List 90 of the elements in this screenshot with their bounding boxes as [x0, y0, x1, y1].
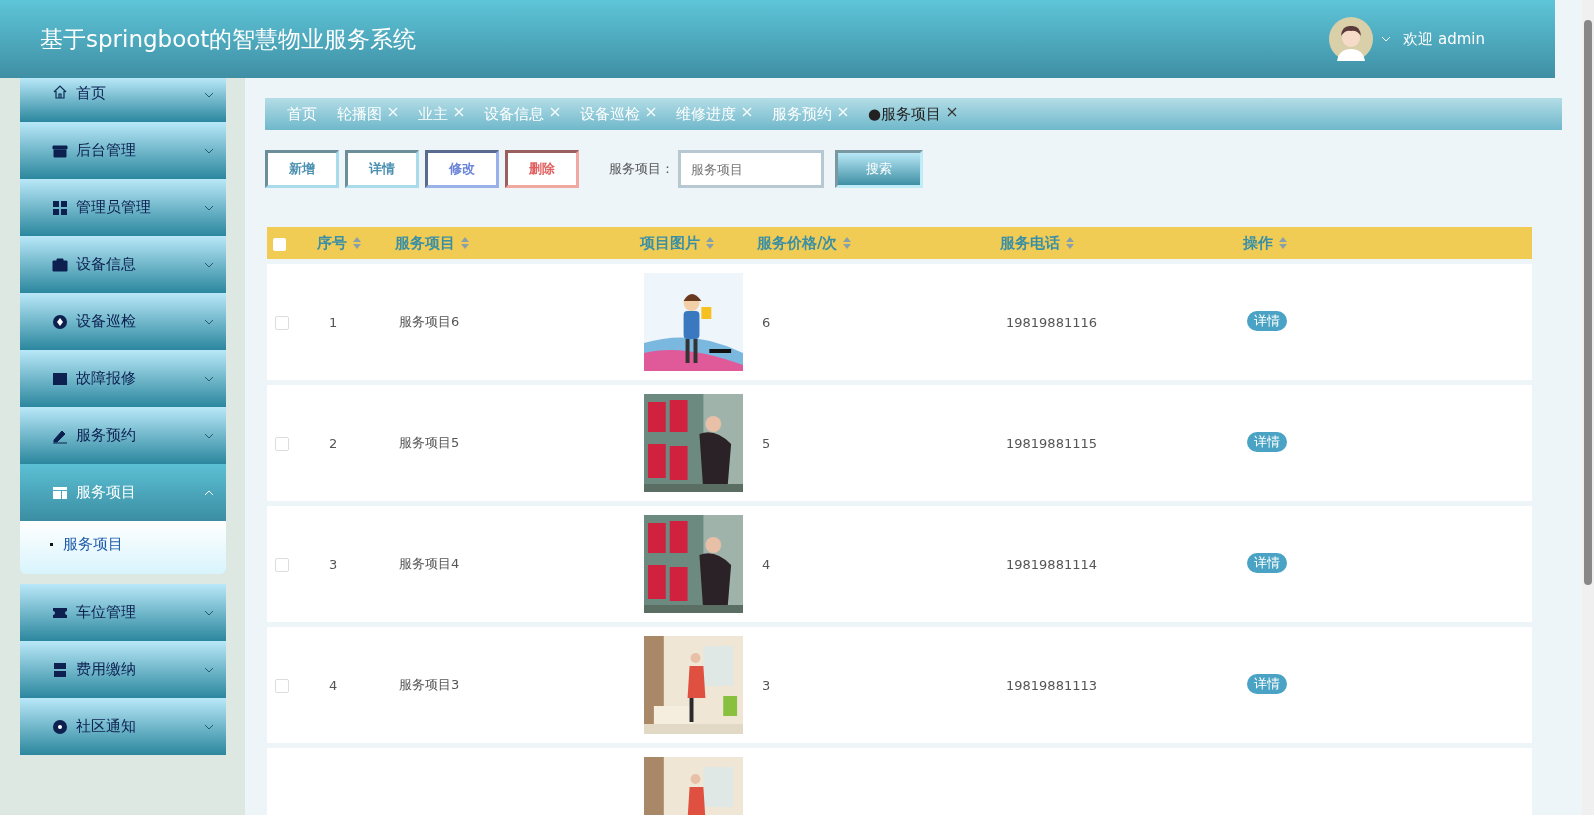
- table-cell: 19819881115: [1006, 435, 1097, 451]
- chevron-down-icon: [204, 723, 214, 730]
- chevron-down-icon: [204, 432, 214, 439]
- home-icon: [52, 84, 68, 100]
- sidebar-item[interactable]: 设备巡检: [20, 293, 226, 350]
- tab[interactable]: 设备巡检: [580, 104, 640, 124]
- chevron-down-icon: [204, 318, 214, 325]
- disc-icon: [52, 718, 68, 735]
- tab[interactable]: 设备信息: [484, 104, 544, 124]
- delete-button[interactable]: 删除: [505, 150, 579, 188]
- table-cell: 1: [329, 314, 338, 330]
- search-field[interactable]: 服务项目: [678, 150, 824, 188]
- avatar-icon[interactable]: [1329, 17, 1374, 61]
- table-cell: 3: [762, 677, 771, 693]
- column-header[interactable]: 序号: [317, 233, 347, 253]
- table-cell: 3: [329, 556, 338, 572]
- sort-icon[interactable]: [706, 237, 714, 249]
- chevron-up-icon: [204, 489, 214, 496]
- chevron-down-icon: [204, 666, 214, 673]
- column-header[interactable]: 操作: [1243, 233, 1273, 253]
- table-cell: 6: [762, 314, 771, 330]
- sidebar-item[interactable]: 社区通知: [20, 698, 226, 755]
- sort-icon[interactable]: [353, 237, 361, 249]
- sidebar-item[interactable]: 首页: [20, 78, 226, 122]
- row-checkbox[interactable]: [275, 315, 289, 330]
- grid-icon: [52, 199, 68, 216]
- select-all-checkbox[interactable]: [273, 237, 286, 251]
- edit-button[interactable]: 修改: [425, 150, 499, 188]
- table-cell: 19819881113: [1006, 677, 1097, 693]
- sort-icon[interactable]: [1066, 237, 1074, 249]
- detail-button[interactable]: 详情: [1247, 674, 1287, 694]
- chevron-down-icon: [204, 147, 214, 154]
- sidebar-item[interactable]: 服务预约: [20, 407, 226, 464]
- search-label: 服务项目：: [609, 160, 674, 178]
- user-menu[interactable]: 欢迎 admin: [1403, 29, 1485, 49]
- sidebar-item[interactable]: 费用缴纳: [20, 641, 226, 698]
- sidebar-item[interactable]: 后台管理: [20, 122, 226, 179]
- table-cell: 服务项目3: [399, 677, 460, 692]
- chevron-down-icon: [204, 92, 214, 98]
- row-checkbox[interactable]: [275, 557, 289, 572]
- tab[interactable]: 服务预约: [772, 104, 832, 124]
- briefcase-icon: [52, 256, 68, 273]
- server-icon: [52, 661, 68, 678]
- tab[interactable]: ●服务项目: [868, 104, 942, 124]
- detail-button[interactable]: 详情: [345, 150, 419, 188]
- add-button[interactable]: 新增: [265, 150, 339, 188]
- table-cell: 服务项目4: [399, 556, 460, 571]
- table-cell: 服务项目6: [399, 314, 460, 329]
- row-checkbox[interactable]: [275, 678, 289, 693]
- sort-icon[interactable]: [1279, 237, 1287, 249]
- chevron-down-icon: [204, 204, 214, 211]
- sort-icon[interactable]: [843, 237, 852, 249]
- chevron-down-icon: [204, 261, 214, 268]
- detail-button[interactable]: 详情: [1247, 432, 1287, 452]
- scrollbar[interactable]: [1582, 0, 1594, 815]
- tab[interactable]: 轮播图: [337, 104, 382, 124]
- search-button[interactable]: 搜索: [835, 150, 923, 188]
- sidebar-item[interactable]: 故障报修: [20, 350, 226, 407]
- table-cell: 2: [329, 435, 338, 451]
- table-cell: 4: [329, 677, 338, 693]
- table-cell: 服务项目5: [399, 435, 460, 450]
- app-title: 基于springboot的智慧物业服务系统: [40, 24, 417, 54]
- archive-icon: [52, 142, 68, 159]
- compass-icon: [52, 313, 68, 330]
- column-header[interactable]: 服务项目: [395, 233, 455, 253]
- column-header[interactable]: 服务电话: [1000, 233, 1060, 253]
- chevron-down-icon[interactable]: [1381, 36, 1392, 42]
- panel-icon: [52, 370, 68, 387]
- tab[interactable]: 维修进度: [676, 104, 736, 124]
- table-cell: 4: [762, 556, 771, 572]
- detail-button[interactable]: 详情: [1247, 311, 1287, 331]
- tab[interactable]: 首页: [287, 104, 317, 124]
- column-header[interactable]: 项目图片: [640, 233, 700, 253]
- sort-icon[interactable]: [461, 237, 469, 249]
- sidebar-item[interactable]: 设备信息: [20, 236, 226, 293]
- chevron-down-icon: [204, 375, 214, 382]
- tab[interactable]: 业主: [418, 104, 448, 124]
- sidebar-item[interactable]: 管理员管理: [20, 179, 226, 236]
- table-cell: 5: [762, 435, 771, 451]
- sidebar-item[interactable]: 服务项目: [20, 464, 226, 521]
- submenu-item[interactable]: 服务项目: [50, 535, 123, 554]
- layout-icon: [52, 484, 68, 501]
- detail-button[interactable]: 详情: [1247, 553, 1287, 573]
- column-header[interactable]: 服务价格/次: [757, 233, 838, 253]
- close-icon[interactable]: [947, 106, 958, 117]
- chevron-down-icon: [204, 609, 214, 616]
- sidebar-item[interactable]: 车位管理: [20, 584, 226, 641]
- table-cell: 19819881116: [1006, 314, 1097, 330]
- table-cell: 19819881114: [1006, 556, 1097, 572]
- row-checkbox[interactable]: [275, 436, 289, 451]
